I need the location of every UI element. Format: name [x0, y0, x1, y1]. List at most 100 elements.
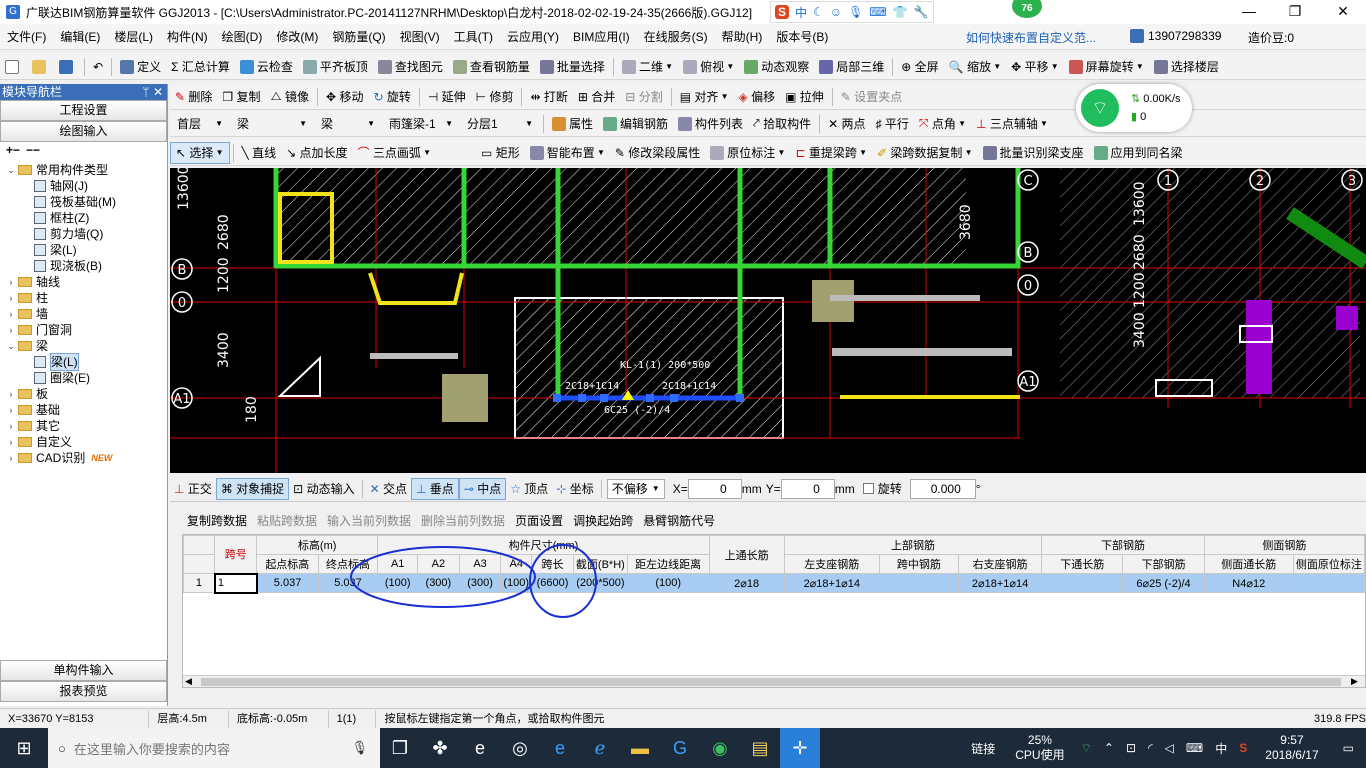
point-length-button[interactable]: ↘ 点加长度: [281, 142, 352, 164]
ortho-toggle[interactable]: ⊥ 正交: [170, 478, 216, 500]
beans-count[interactable]: 造价豆:0: [1248, 29, 1294, 46]
expand-icon[interactable]: ›: [6, 290, 16, 306]
vertex-snap[interactable]: ☆ 顶点: [506, 478, 552, 500]
shirt-icon[interactable]: 👕: [893, 5, 908, 19]
chevron-up-icon[interactable]: ⌃: [1098, 741, 1120, 755]
edit-rebar-button[interactable]: 编辑钢筋: [598, 113, 673, 135]
tip-link[interactable]: 如何快速布置自定义范...: [966, 29, 1096, 46]
emoji-icon[interactable]: ☺: [830, 5, 842, 19]
report-preview-button[interactable]: 报表预览: [0, 681, 167, 702]
ie-app-icon[interactable]: e: [460, 728, 500, 768]
scroll-right-icon[interactable]: ▶: [1351, 676, 1358, 687]
tree-item[interactable]: › CAD识别 NEW: [0, 450, 167, 466]
three-point-axis-dropdown[interactable]: ⊥ 三点辅轴 ▼: [971, 113, 1053, 135]
moon-icon[interactable]: ☾: [813, 5, 824, 19]
pan-dropdown[interactable]: ✥ 平移 ▼: [1006, 56, 1064, 78]
select-button[interactable]: ↖ 选择 ▼: [170, 141, 230, 164]
mic-icon[interactable]: 🎙: [351, 740, 368, 756]
maximize-button[interactable]: ❐: [1272, 0, 1318, 24]
find-element-button[interactable]: 查找图元: [373, 56, 448, 78]
tree-item[interactable]: › 墙: [0, 306, 167, 322]
fullscreen-button[interactable]: ⊕ 全屏: [896, 56, 943, 78]
tree-item[interactable]: 现浇板(B): [0, 258, 167, 274]
break-button[interactable]: ⇹ 打断: [525, 86, 572, 108]
grid-toolbar-button[interactable]: 粘贴跨数据: [252, 512, 322, 529]
copy-span-data-dropdown[interactable]: ✐ 梁跨数据复制 ▼: [872, 142, 978, 164]
menu-tools[interactable]: 工具(T): [447, 28, 500, 45]
point-angle-dropdown[interactable]: ⤧ 点角 ▼: [914, 113, 971, 135]
grid-toolbar-button[interactable]: 页面设置: [510, 512, 568, 529]
volume-icon[interactable]: ◁: [1159, 741, 1180, 755]
expand-icon[interactable]: ⌄: [6, 338, 16, 354]
network-icon[interactable]: ⊡: [1120, 741, 1142, 755]
keyboard-tray-icon[interactable]: ⌨: [1180, 741, 1209, 755]
expand-icon[interactable]: ›: [6, 386, 16, 402]
notes-icon[interactable]: ▤: [740, 728, 780, 768]
menu-view[interactable]: 视图(V): [393, 28, 447, 45]
set-grip-button[interactable]: ✎ 设置夹点: [836, 86, 907, 108]
batch-select-button[interactable]: 批量选择: [535, 56, 610, 78]
menu-file[interactable]: 文件(F): [0, 28, 53, 45]
menu-help[interactable]: 帮助(H): [715, 28, 770, 45]
edge-icon[interactable]: e: [540, 728, 580, 768]
scroll-left-icon[interactable]: ◀: [185, 676, 192, 687]
summary-calc-button[interactable]: Σ 汇总计算: [166, 56, 235, 78]
tray-link[interactable]: 链接: [961, 740, 1005, 757]
spiral-app-icon[interactable]: ◎: [500, 728, 540, 768]
sogou-tray-icon[interactable]: S: [1233, 741, 1253, 755]
re-extract-spans-dropdown[interactable]: ⊏ 重提梁跨 ▼: [790, 142, 872, 164]
grid-toolbar-button[interactable]: 悬臂钢筋代号: [638, 512, 720, 529]
expand-icon[interactable]: ›: [6, 402, 16, 418]
ime-tray-lang[interactable]: 中: [1209, 740, 1233, 757]
minimize-button[interactable]: —: [1226, 0, 1272, 24]
menu-edit[interactable]: 编辑(E): [53, 28, 107, 45]
copy-button[interactable]: ❐ 复制: [217, 86, 265, 108]
dynamic-input-toggle[interactable]: ⊡ 动态输入: [289, 478, 358, 500]
rectangle-button[interactable]: ▭ 矩形: [476, 142, 525, 164]
collapse-all-icon[interactable]: −−: [26, 143, 40, 157]
tree-item[interactable]: › 自定义: [0, 434, 167, 450]
notification-icon[interactable]: ▭: [1331, 741, 1366, 755]
split-button[interactable]: ⊟ 分割: [620, 86, 667, 108]
tree-item[interactable]: › 其它: [0, 418, 167, 434]
mirror-button[interactable]: ⧍ 镜像: [266, 86, 315, 108]
two-point-button[interactable]: ✕ 两点: [823, 113, 870, 135]
line-button[interactable]: ╲ 直线: [237, 142, 282, 164]
file-explorer-icon[interactable]: ▬: [620, 728, 660, 768]
select-floor-button[interactable]: 选择楼层: [1149, 56, 1224, 78]
expand-all-icon[interactable]: +−: [6, 143, 20, 157]
view-2d-dropdown[interactable]: 二维 ▼: [617, 56, 678, 78]
subtype-select[interactable]: 梁 ▼: [316, 114, 380, 134]
align-slab-top-button[interactable]: 平齐板顶: [298, 56, 373, 78]
taskbar-search[interactable]: ○ 在这里输入你要搜索的内容 🎙: [48, 728, 380, 768]
align-dropdown[interactable]: ▤ 对齐 ▼: [675, 86, 734, 108]
smart-layout-dropdown[interactable]: 智能布置 ▼: [525, 142, 610, 164]
object-snap-toggle[interactable]: ⌘ 对象捕捉: [215, 477, 290, 500]
offset-select[interactable]: 不偏移 ▼: [606, 478, 665, 499]
cad-drawing[interactable]: KL-1(1) 200*500 2C18+1C14 2C18+1C14 6C25…: [170, 168, 1366, 473]
tree-item[interactable]: 筏板基础(M): [0, 194, 167, 210]
batch-identify-supports-button[interactable]: 批量识别梁支座: [978, 142, 1089, 164]
top-view-dropdown[interactable]: 俯视 ▼: [678, 56, 739, 78]
three-point-arc-dropdown[interactable]: ⌒ 三点画弧 ▼: [353, 142, 437, 164]
tree-item[interactable]: 梁(L): [0, 242, 167, 258]
project-settings-button[interactable]: 工程设置: [0, 100, 167, 121]
properties-button[interactable]: 属性: [547, 113, 598, 135]
component-list-button[interactable]: 构件列表: [673, 113, 748, 135]
grid-toolbar-button[interactable]: 复制跨数据: [182, 512, 252, 529]
sogou-icon[interactable]: S: [775, 5, 790, 19]
scroll-thumb[interactable]: [201, 678, 1341, 686]
tree-item[interactable]: 轴网(J): [0, 178, 167, 194]
type-select[interactable]: 梁 ▼: [232, 114, 312, 134]
tree-item[interactable]: 剪力墙(Q): [0, 226, 167, 242]
start-button[interactable]: ⊞: [0, 728, 48, 768]
fan-app-icon[interactable]: ✤: [420, 728, 460, 768]
tree-item[interactable]: ⌄ 常用构件类型: [0, 162, 167, 178]
rotate-checkbox[interactable]: [862, 483, 874, 494]
define-button[interactable]: 定义: [115, 56, 166, 78]
menu-component[interactable]: 构件(N): [160, 28, 215, 45]
expand-icon[interactable]: ⌄: [6, 162, 16, 178]
coordinate-snap[interactable]: ⊹ 坐标: [552, 478, 597, 500]
component-select[interactable]: 雨篷梁-1 ▼: [384, 114, 458, 134]
save-button[interactable]: [54, 56, 81, 78]
